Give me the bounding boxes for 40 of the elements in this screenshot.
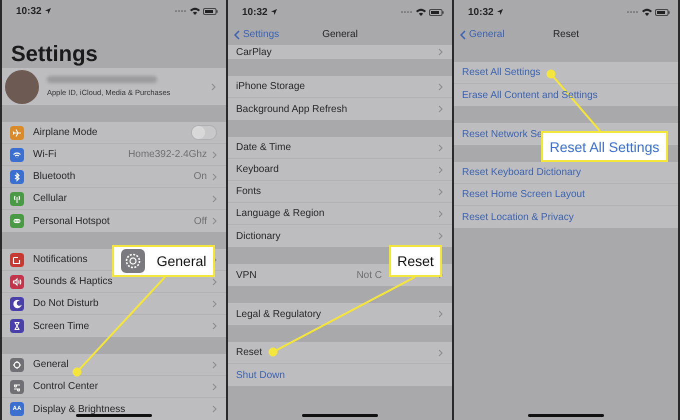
row-label: Reset Keyboard Dictionary (462, 167, 581, 178)
row-label: Reset All Settings (462, 67, 540, 78)
row-label: Airplane Mode (33, 127, 98, 138)
row-label: Cellular (33, 193, 67, 204)
row-label: General (33, 359, 69, 370)
row-label: Screen Time (33, 320, 90, 332)
row-label: VPN (236, 270, 257, 280)
row-label: Reset (236, 347, 262, 358)
row-label: Keyboard (236, 164, 279, 175)
row-label: Bluetooth (33, 171, 76, 182)
status-time: 10:32 (242, 6, 268, 18)
row-label: Sounds & Haptics (33, 276, 112, 288)
status-time: 10:32 (16, 6, 42, 17)
row-label: Shut Down (236, 370, 285, 380)
status-time: 10:32 (468, 6, 494, 18)
row-label: Dictionary (236, 230, 280, 242)
row-label: Notifications (33, 254, 88, 266)
row-label: Background App Refresh (236, 104, 348, 114)
row-label: Display & Brightness (33, 404, 126, 415)
row-label: Personal Hotspot (33, 216, 110, 227)
row-label: Control Center (33, 381, 98, 392)
row-label: Reset Location & Privacy (462, 212, 574, 222)
row-label: Wi-Fi (33, 149, 56, 160)
callout-label: Reset All Settings (550, 138, 660, 154)
row-label: Date & Time (236, 142, 292, 153)
row-value: Not C (356, 270, 382, 280)
row-label: Legal & Regulatory (236, 308, 322, 320)
row-label: CarPlay (236, 46, 272, 58)
nav-title: Reset (552, 29, 580, 40)
row-value: Off (194, 216, 207, 227)
row-label: iPhone Storage (236, 81, 305, 92)
row-label: Do Not Disturb (33, 298, 99, 310)
row-label: Reset Home Screen Layout (462, 189, 585, 200)
row-label: Language & Region (236, 208, 324, 219)
row-value: Home392-2.4Ghz (128, 149, 207, 160)
nav-title: General (322, 29, 358, 40)
callout-label: General (156, 253, 206, 269)
row-value: On (194, 171, 207, 182)
page-title: Settings (10, 40, 99, 68)
row-label: Fonts (236, 186, 262, 197)
